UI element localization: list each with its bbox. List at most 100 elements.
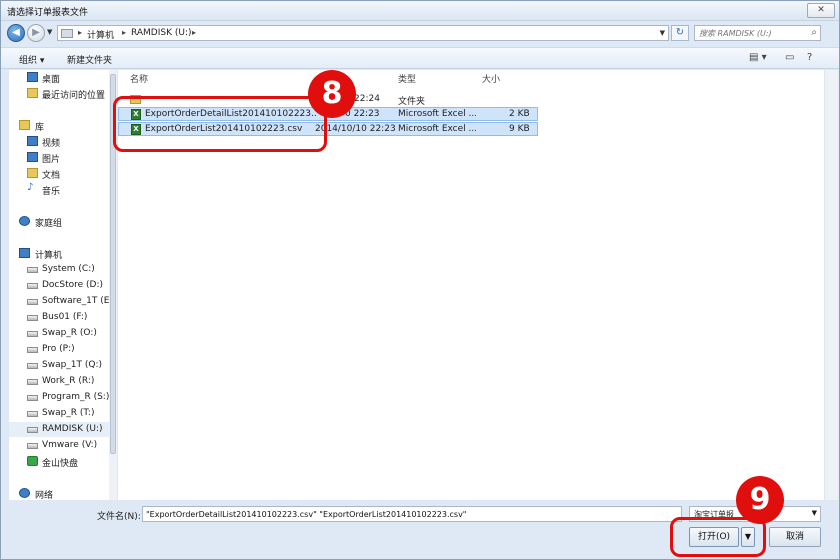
filename-input[interactable] xyxy=(142,506,682,522)
sidebar-item-label: DocStore (D:) xyxy=(42,280,104,290)
refresh-button[interactable]: ↻ xyxy=(671,25,689,41)
sidebar-item-label: System (C:) xyxy=(42,264,95,274)
drive-icon xyxy=(27,427,38,433)
sidebar-item-label: Pro (P:) xyxy=(42,344,75,354)
sidebar-item-drive-c[interactable]: System (C:) xyxy=(9,262,109,277)
drive-icon xyxy=(27,411,38,417)
sidebar-item-drive-p[interactable]: Pro (P:) xyxy=(9,342,109,357)
desktop-icon xyxy=(27,72,38,82)
library-icon xyxy=(19,120,30,130)
address-dropdown-icon[interactable]: ▼ xyxy=(660,29,665,37)
sidebar-item-homegroup[interactable]: 家庭组 xyxy=(9,214,109,229)
column-header-name[interactable]: 名称 xyxy=(130,72,148,85)
file-date: 22:24 xyxy=(354,94,380,104)
new-folder-button[interactable]: 新建文件夹 xyxy=(67,53,112,66)
filename-label: 文件名(N): xyxy=(97,512,141,522)
sidebar-item-videos[interactable]: 视频 xyxy=(9,134,109,149)
drive-icon xyxy=(27,299,38,305)
documents-icon xyxy=(27,168,38,178)
drive-icon xyxy=(27,267,38,273)
title-bar: 请选择订单报表文件 ✕ xyxy=(1,1,839,21)
recent-places-icon xyxy=(27,88,38,98)
navigation-bar: ◀ ▶ ▼ ▸ 计算机 ▸ RAMDISK (U:) ▸ ▼ ↻ ⌕ xyxy=(1,22,839,44)
breadcrumb-computer[interactable]: 计算机 xyxy=(87,28,114,41)
sidebar-item-libraries[interactable]: 库 xyxy=(9,118,109,133)
recent-locations-dropdown[interactable]: ▼ xyxy=(47,28,52,36)
sidebar-item-drive-e[interactable]: Software_1T (E: xyxy=(9,294,113,309)
organize-button[interactable]: 组织 ▾ xyxy=(19,53,44,66)
step-badge-9: 9 xyxy=(736,476,784,524)
file-type: 文件夹 xyxy=(398,97,426,107)
sidebar-item-label: 库 xyxy=(35,123,45,133)
drive-icon xyxy=(27,347,38,353)
sidebar-item-label: 视频 xyxy=(42,139,61,149)
breadcrumb-ramdisk[interactable]: RAMDISK (U:) xyxy=(131,28,192,38)
sidebar-item-desktop[interactable]: 桌面 xyxy=(9,70,109,85)
back-button[interactable]: ◀ xyxy=(7,24,25,42)
command-toolbar: 组织 ▾ 新建文件夹 ▤ ▾ ▭ ? xyxy=(1,47,839,69)
file-size: 9 KB xyxy=(509,124,530,134)
file-type: Microsoft Excel ... xyxy=(398,109,476,119)
sidebar-item-drive-d[interactable]: DocStore (D:) xyxy=(9,278,109,293)
search-icon[interactable]: ⌕ xyxy=(811,27,817,38)
sidebar-item-label: 音乐 xyxy=(42,187,61,197)
chevron-down-icon[interactable]: ▼ xyxy=(812,509,817,517)
forward-button[interactable]: ▶ xyxy=(27,24,45,42)
network-icon xyxy=(19,488,30,498)
sidebar-item-pictures[interactable]: 图片 xyxy=(9,150,109,165)
cancel-button[interactable]: 取消 xyxy=(769,527,821,547)
sidebar-item-drive-t[interactable]: Swap_R (T:) xyxy=(9,406,109,421)
search-box[interactable]: ⌕ xyxy=(694,25,821,41)
breadcrumb-arrow-icon[interactable]: ▸ xyxy=(78,28,82,37)
file-list-scrollbar[interactable] xyxy=(824,70,838,500)
sidebar-item-drive-o[interactable]: Swap_R (O:) xyxy=(9,326,109,341)
computer-icon xyxy=(19,248,30,258)
preview-pane-icon[interactable]: ▭ xyxy=(785,52,794,63)
address-bar[interactable]: ▸ 计算机 ▸ RAMDISK (U:) ▸ ▼ xyxy=(57,25,669,41)
drive-icon xyxy=(27,315,38,321)
sidebar-item-label: Swap_R (O:) xyxy=(42,328,97,338)
window-title: 请选择订单报表文件 xyxy=(7,8,89,18)
sidebar-item-drive-q[interactable]: Swap_1T (Q:) xyxy=(9,358,109,373)
sidebar-item-music[interactable]: ♪ 音乐 xyxy=(9,182,109,197)
sidebar-item-network[interactable]: 网络 xyxy=(9,486,109,500)
column-header-size[interactable]: 大小 xyxy=(482,72,500,85)
step-badge-8: 8 xyxy=(308,70,356,118)
sidebar-item-recent-places[interactable]: 最近访问的位置 xyxy=(9,86,109,101)
column-header-type[interactable]: 类型 xyxy=(398,72,416,85)
breadcrumb-arrow-icon[interactable]: ▸ xyxy=(192,28,196,37)
search-input[interactable] xyxy=(695,26,803,40)
view-options-icon[interactable]: ▤ ▾ xyxy=(749,52,767,63)
file-open-dialog: 请选择订单报表文件 ✕ ◀ ▶ ▼ ▸ 计算机 ▸ RAMDISK (U:) ▸… xyxy=(0,0,840,560)
sidebar-item-label: 网络 xyxy=(35,491,54,500)
drive-icon xyxy=(27,283,38,289)
sidebar-item-computer[interactable]: 计算机 xyxy=(9,246,109,261)
sidebar-item-label: Swap_1T (Q:) xyxy=(42,360,103,370)
sidebar-item-label: Vmware (V:) xyxy=(42,440,98,450)
sidebar-item-label: 计算机 xyxy=(35,251,63,261)
kuaipan-icon xyxy=(27,456,38,466)
sidebar-item-label: 桌面 xyxy=(42,75,61,85)
video-icon xyxy=(27,136,38,146)
file-date: 2014/10/10 22:23 xyxy=(315,124,396,134)
sidebar-item-kuaipan[interactable]: 金山快盘 xyxy=(9,454,109,469)
file-selection-highlight xyxy=(113,96,327,152)
sidebar-item-label: 文档 xyxy=(42,171,61,181)
sidebar-item-documents[interactable]: 文档 xyxy=(9,166,109,181)
pictures-icon xyxy=(27,152,38,162)
sidebar-item-label: RAMDISK (U:) xyxy=(42,424,103,434)
sidebar-item-label: 最近访问的位置 xyxy=(42,91,106,101)
close-button[interactable]: ✕ xyxy=(807,3,835,18)
sidebar-item-label: Bus01 (F:) xyxy=(42,312,88,322)
breadcrumb-arrow-icon[interactable]: ▸ xyxy=(122,28,126,37)
sidebar-item-drive-v[interactable]: Vmware (V:) xyxy=(9,438,109,453)
sidebar-item-drive-s[interactable]: Program_R (S:) xyxy=(9,390,109,405)
sidebar-item-drive-f[interactable]: Bus01 (F:) xyxy=(9,310,109,325)
help-icon[interactable]: ? xyxy=(807,52,812,63)
sidebar-item-drive-u[interactable]: RAMDISK (U:) xyxy=(9,422,109,437)
sidebar-item-label: 家庭组 xyxy=(35,219,63,229)
drive-icon xyxy=(27,363,38,369)
sidebar-item-drive-r[interactable]: Work_R (R:) xyxy=(9,374,109,389)
sidebar-item-label: 图片 xyxy=(42,155,61,165)
open-button-highlight xyxy=(670,517,766,557)
